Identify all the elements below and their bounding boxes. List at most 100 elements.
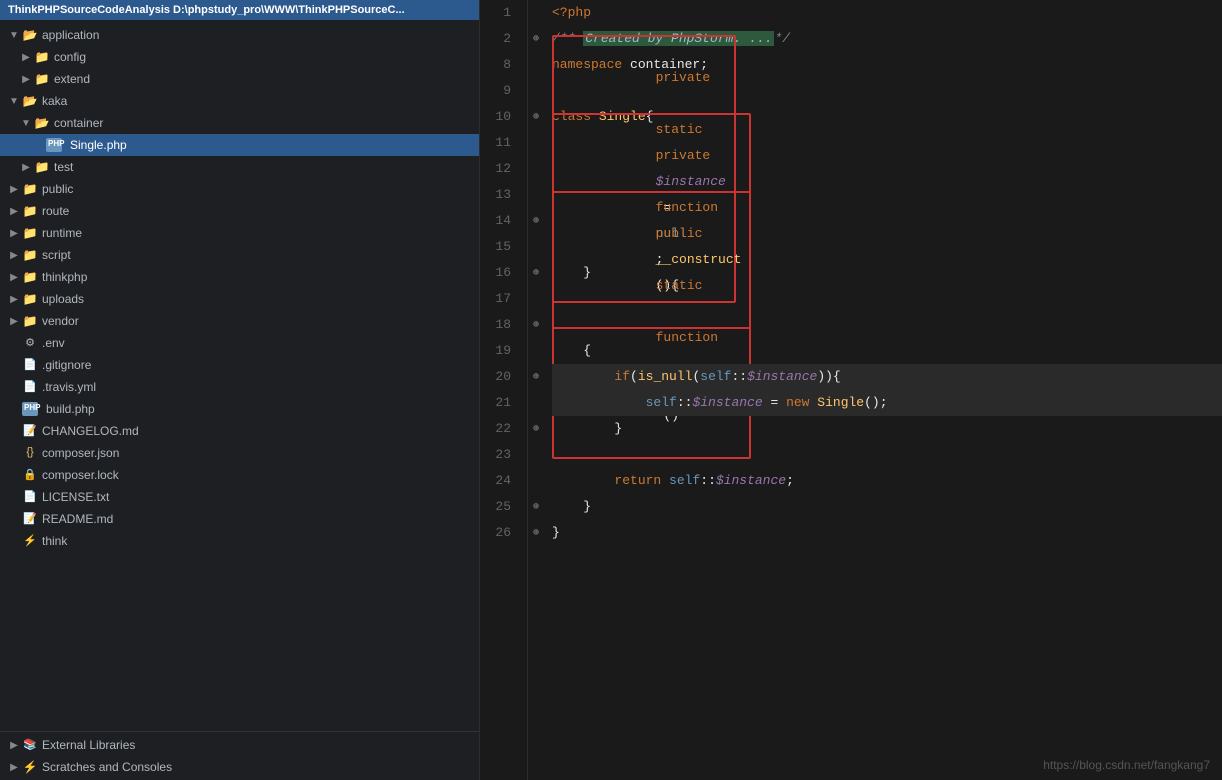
sidebar-item-readme[interactable]: 📝 README.md [0,508,479,530]
fold-24 [528,468,544,494]
sidebar-item-public[interactable]: public [0,178,479,200]
fold-21 [528,390,544,416]
sidebar-item-label: .gitignore [42,358,91,372]
arrow-icon [8,740,20,751]
sidebar-item-license[interactable]: 📄 LICENSE.txt [0,486,479,508]
paren2: ( [692,364,700,390]
code-line-20: if ( is_null ( self :: $instance )){ [552,364,1222,390]
arrow-icon [20,52,32,63]
sidebar-item-route[interactable]: route [0,200,479,222]
double-colon: :: [731,364,747,390]
fold-1 [528,0,544,26]
indent3-spaces [552,390,646,416]
fold-23 [528,442,544,468]
sidebar-item-label: test [54,160,73,174]
sidebar-item-label: uploads [42,292,84,306]
close-brace-class: } [552,520,560,546]
sidebar-item-runtime[interactable]: runtime [0,222,479,244]
fold-2[interactable] [528,26,544,52]
sidebar-item-composer-json[interactable]: {} composer.json [0,442,479,464]
fold-10[interactable] [528,104,544,130]
fold-16[interactable] [528,260,544,286]
arrow-icon [8,184,20,195]
code-area: <?php /** Created by PhpStorm. ...*/ nam… [544,0,1222,780]
line-num-14: 14 [480,208,519,234]
sidebar-item-single-php[interactable]: Single.php [0,134,479,156]
sidebar-item-thinkphp[interactable]: thinkphp [0,266,479,288]
line-numbers: 1 2 8 9 10 11 12 13 14 15 16 17 18 19 20… [480,0,528,780]
env-icon: ⚙ [22,336,38,350]
sidebar-item-label: composer.json [42,446,119,460]
sidebar-item-travis[interactable]: 📄 .travis.yml [0,376,479,398]
space [656,96,664,111]
sidebar-item-application[interactable]: application [0,24,479,46]
fold-20[interactable] [528,364,544,390]
sidebar-item-config[interactable]: config [0,46,479,68]
sidebar-header: ThinkPHPSourceCodeAnalysis D:\phpstudy_p… [0,0,479,20]
static-kw2: static [656,278,703,293]
arrow-icon [8,228,20,239]
sidebar-item-label: README.md [42,512,113,526]
sidebar-item-label: application [42,28,99,42]
instance-var2: $instance [747,364,817,390]
sidebar-item-label: Scratches and Consoles [42,760,172,774]
fold-26[interactable] [528,520,544,546]
folder-open-icon [22,94,38,108]
fold-25[interactable] [528,494,544,520]
lock-icon: 🔒 [22,468,38,482]
sidebar-item-label: think [42,534,67,548]
sidebar-item-composer-lock[interactable]: 🔒 composer.lock [0,464,479,486]
fold-22[interactable] [528,416,544,442]
arrow-icon [20,118,32,129]
space [656,174,664,189]
sidebar-item-vendor[interactable]: vendor [0,310,479,332]
arrow-icon [20,74,32,85]
sidebar-item-think[interactable]: ⚡ think [0,530,479,552]
sidebar-item-label: composer.lock [42,468,119,482]
sidebar-item-changelog[interactable]: 📝 CHANGELOG.md [0,420,479,442]
sidebar-item-label: External Libraries [42,738,135,752]
sidebar-item-script[interactable]: script [0,244,479,266]
fold-14[interactable] [528,208,544,234]
indent-spaces [552,364,614,390]
folder-icon [22,182,38,196]
arrow-icon [8,316,20,327]
self-kw3: self [669,468,700,494]
sidebar-item-kaka[interactable]: kaka [0,90,479,112]
sidebar-item-external-libraries[interactable]: 📚 External Libraries [0,734,479,756]
equals2: = [763,390,786,416]
arrow-icon [20,162,32,173]
folder-icon [22,292,38,306]
sidebar-item-scratches[interactable]: Scratches and Consoles [0,756,479,778]
folder-icon [22,248,38,262]
line-num-26: 26 [480,520,519,546]
ext-lib-icon: 📚 [22,738,38,752]
sidebar-item-label: extend [54,72,90,86]
line-num-19: 19 [480,338,519,364]
fold-18[interactable] [528,312,544,338]
sidebar-item-container[interactable]: container [0,112,479,134]
self-kw2: self [646,390,677,416]
sidebar-item-gitignore[interactable]: 📄 .gitignore [0,354,479,376]
folder-icon [22,204,38,218]
sidebar-item-env[interactable]: ⚙ .env [0,332,479,354]
private-kw: private [656,70,711,85]
sidebar-item-label: .env [42,336,65,350]
file-tree: application config extend kaka container [0,20,479,731]
php-file-icon [22,402,38,416]
line-num-11: 11 [480,130,519,156]
fold-8 [528,52,544,78]
sidebar-item-uploads[interactable]: uploads [0,288,479,310]
sidebar-item-test[interactable]: test [0,156,479,178]
line-num-9: 9 [480,78,519,104]
sidebar-item-label: build.php [46,402,95,416]
sidebar-item-extend[interactable]: extend [0,68,479,90]
folder-icon [22,270,38,284]
sidebar-item-build[interactable]: build.php [0,398,479,420]
sidebar-item-label: route [42,204,69,218]
php-file-icon [46,138,62,152]
folder-icon [22,226,38,240]
watermark: https://blog.csdn.net/fangkang7 [1043,758,1210,772]
sidebar-item-label: runtime [42,226,82,240]
code-line-19: { [552,338,1222,364]
